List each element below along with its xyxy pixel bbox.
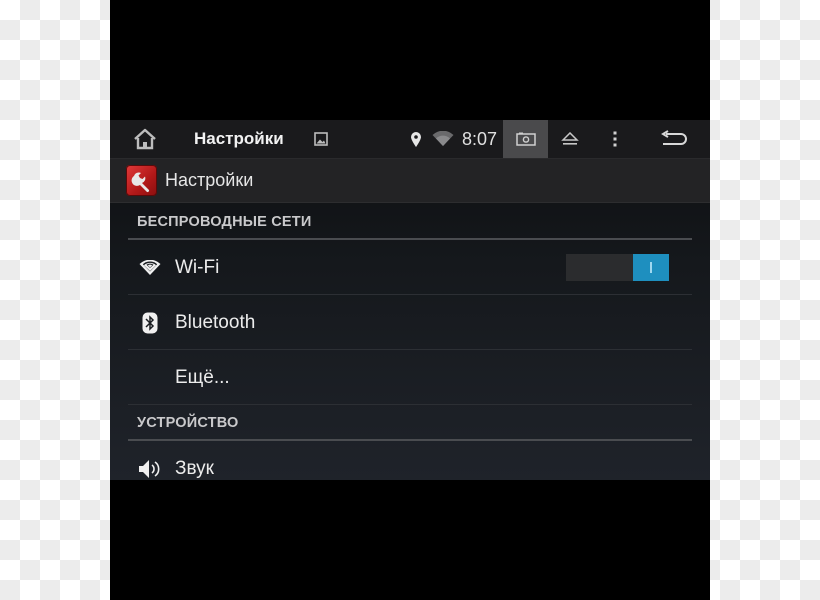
overflow-menu-icon xyxy=(613,131,617,147)
list-item-wifi[interactable]: Wi-Fi xyxy=(128,240,692,295)
screenshot-icon xyxy=(515,132,536,146)
android-screen: Настройки 8:07 Настройки БЕСПРОВОДНЫЕ СЕ… xyxy=(110,120,710,480)
screenshot-button[interactable] xyxy=(503,120,548,158)
statusbar-title: Настройки xyxy=(194,129,284,148)
system-bar: Настройки 8:07 xyxy=(110,120,710,159)
list-item-more[interactable]: Ещё... xyxy=(128,350,692,405)
home-icon xyxy=(134,128,156,150)
eject-button[interactable] xyxy=(554,120,586,158)
action-bar-title: Настройки xyxy=(165,170,254,190)
section-header-wireless: БЕСПРОВОДНЫЕ СЕТИ xyxy=(128,204,692,240)
gallery-button[interactable] xyxy=(310,120,332,158)
wifi-signal-icon xyxy=(430,120,456,158)
list-item-sound[interactable]: Звук xyxy=(128,441,692,480)
section-header-device: УСТРОЙСТВО xyxy=(128,405,692,441)
wifi-icon xyxy=(138,240,162,295)
wifi-label: Wi-Fi xyxy=(175,257,220,278)
bluetooth-icon xyxy=(138,295,162,350)
sound-label: Звук xyxy=(175,458,214,479)
list-item-bluetooth[interactable]: Bluetooth xyxy=(128,295,692,350)
clock: 8:07 xyxy=(462,128,498,149)
location-icon xyxy=(408,120,424,158)
home-button[interactable] xyxy=(128,120,162,158)
volume-icon xyxy=(138,441,162,480)
back-icon xyxy=(661,130,687,145)
gallery-icon xyxy=(314,132,328,146)
wifi-toggle[interactable] xyxy=(566,254,669,281)
settings-wrench-icon[interactable] xyxy=(126,165,157,196)
bluetooth-label: Bluetooth xyxy=(175,312,256,333)
eject-icon xyxy=(561,132,579,145)
more-label: Ещё... xyxy=(175,367,230,388)
action-bar: Настройки xyxy=(110,159,710,203)
back-button[interactable] xyxy=(656,120,692,158)
overflow-menu-button[interactable] xyxy=(604,120,626,158)
toggle-thumb-on xyxy=(633,254,669,281)
